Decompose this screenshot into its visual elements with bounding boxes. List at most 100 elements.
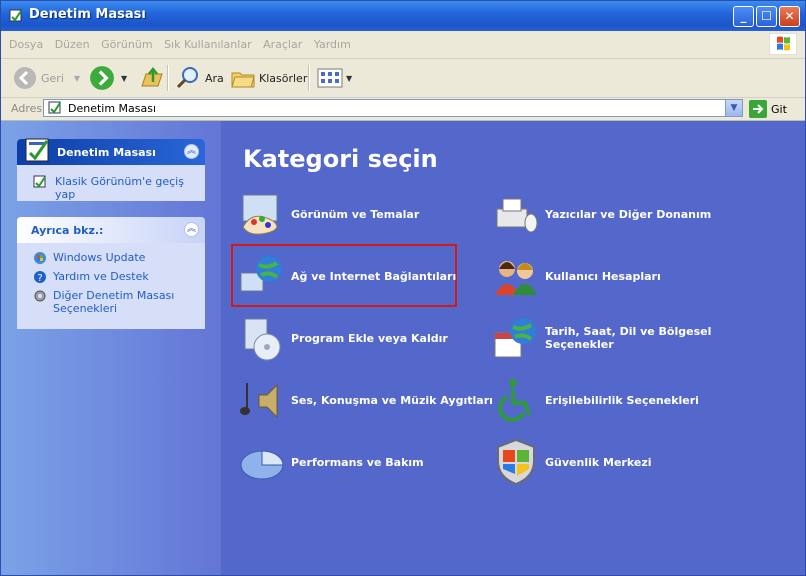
sound-icon (240, 383, 278, 419)
toolbar: Geri ▼ ▼ Ara Klasörler ▼ (1, 59, 805, 98)
address-bar: Adres Denetim Masası ▼ Git (1, 98, 805, 121)
category-view: Kategori seçin Görünüm ve Temalar Ağ ve … (221, 121, 805, 575)
address-input[interactable]: Denetim Masası ▼ (43, 99, 743, 117)
back-label: Geri (41, 71, 64, 85)
svg-text:?: ? (37, 273, 42, 284)
maximize-icon: ☐ (761, 9, 772, 23)
address-value: Denetim Masası (68, 102, 157, 115)
printer-icon (496, 198, 538, 233)
forward-button[interactable]: ▼ (89, 65, 127, 91)
classic-view-icon (33, 175, 46, 188)
control-panel-window: Denetim Masası _ ☐ ✕ Dosya Düzen Görünüm… (0, 0, 806, 576)
menu-duzen[interactable]: Düzen (55, 38, 90, 51)
collapse-chevron-icon[interactable]: ︽ (184, 144, 199, 159)
forward-dropdown-icon[interactable]: ▼ (121, 74, 127, 83)
windows-update-link[interactable]: Windows Update (17, 251, 205, 264)
folders-button[interactable]: Klasörler (231, 65, 307, 91)
appearance-icon (242, 194, 278, 235)
add-remove-icon (244, 318, 281, 361)
views-dropdown-icon[interactable]: ▼ (346, 74, 352, 83)
help-icon: ? (34, 271, 46, 284)
calendar-globe-icon (494, 318, 536, 358)
category-network[interactable]: Ağ ve Internet Bağlantıları (237, 251, 456, 301)
control-panel-panel-header[interactable]: Denetim Masası ︽ (17, 138, 205, 165)
menu-bar: Dosya Düzen Görünüm Sık Kullanılanlar Ar… (1, 31, 805, 59)
go-label: Git (771, 102, 787, 116)
category-date-time-label: Tarih, Saat, Dil ve Bölgesel Seçenekler (545, 325, 712, 351)
views-button[interactable]: ▼ (317, 65, 352, 91)
switch-classic-view-link[interactable]: Klasik Görünüm'e geçiş yap (17, 175, 205, 201)
control-panel-large-icon (25, 138, 49, 162)
category-sound[interactable]: Ses, Konuşma ve Müzik Aygıtları (237, 375, 493, 425)
menu-araclar[interactable]: Araçlar (263, 38, 302, 51)
category-security-center-label: Güvenlik Merkezi (545, 455, 652, 469)
gear-icon (34, 290, 46, 302)
maximize-button[interactable]: ☐ (756, 6, 777, 27)
windows-logo-icon (769, 33, 797, 55)
task-pane: Denetim Masası ︽ Klasik Görünüm'e geçiş … (1, 121, 221, 575)
menu-dosya[interactable]: Dosya (9, 38, 43, 51)
windows-update-icon (34, 252, 46, 264)
category-performance-label: Performans ve Bakım (291, 455, 424, 469)
performance-icon (240, 450, 284, 480)
control-panel-small-icon (48, 101, 61, 114)
search-button[interactable]: Ara (175, 65, 224, 91)
address-dropdown-icon[interactable]: ▼ (725, 100, 742, 116)
security-shield-icon (497, 438, 535, 486)
menu-yardim[interactable]: Yardım (314, 38, 351, 51)
collapse-chevron-icon[interactable]: ︽ (184, 222, 199, 237)
close-icon: ✕ (784, 9, 795, 23)
menu-gorunum[interactable]: Görünüm (101, 38, 152, 51)
search-icon (176, 67, 198, 89)
category-appearance[interactable]: Görünüm ve Temalar (237, 189, 419, 239)
category-appearance-label: Görünüm ve Temalar (291, 207, 420, 221)
category-add-remove-label: Program Ekle veya Kaldır (291, 331, 448, 345)
control-panel-icon (9, 9, 22, 22)
users-icon (495, 261, 537, 295)
see-also-panel-header[interactable]: Ayrıca bkz.: ︽ (17, 217, 205, 243)
menu-sik-kullanilanlar[interactable]: Sık Kullanılanlar (164, 38, 252, 51)
up-folder-button[interactable] (140, 65, 164, 91)
page-title: Kategori seçin (243, 145, 438, 173)
close-button[interactable]: ✕ (779, 6, 800, 27)
category-printers[interactable]: Yazıcılar ve Diğer Donanım (491, 189, 711, 239)
category-date-time-language[interactable]: Tarih, Saat, Dil ve Bölgesel Seçenekler (491, 313, 715, 363)
other-options-link[interactable]: Diğer Denetim Masası Seçenekleri (17, 289, 205, 315)
category-security-center[interactable]: Güvenlik Merkezi (491, 437, 652, 487)
windows-update-label: Windows Update (53, 251, 146, 264)
control-panel-panel: Denetim Masası ︽ Klasik Görünüm'e geçiş … (17, 138, 205, 201)
category-accessibility-label: Erişilebilirlik Seçenekleri (545, 393, 699, 407)
category-performance[interactable]: Performans ve Bakım (237, 437, 424, 487)
search-label: Ara (205, 71, 224, 85)
category-accessibility[interactable]: Erişilebilirlik Seçenekleri (491, 375, 699, 425)
category-user-accounts-label: Kullanıcı Hesapları (545, 269, 661, 283)
back-dropdown-icon[interactable]: ▼ (74, 74, 80, 83)
title-bar[interactable]: Denetim Masası _ ☐ ✕ (1, 1, 805, 31)
category-printers-label: Yazıcılar ve Diğer Donanım (545, 207, 712, 221)
minimize-button[interactable]: _ (733, 6, 754, 27)
back-button[interactable]: Geri ▼ (13, 65, 80, 91)
category-network-label: Ağ ve Internet Bağlantıları (291, 269, 457, 283)
views-icon (317, 68, 343, 88)
see-also-panel-title: Ayrıca bkz.: (31, 224, 104, 237)
control-panel-panel-title: Denetim Masası (57, 146, 156, 159)
forward-arrow-icon (90, 66, 114, 90)
back-arrow-icon (14, 67, 36, 89)
category-add-remove-programs[interactable]: Program Ekle veya Kaldır (237, 313, 448, 363)
window-title: Denetim Masası (29, 7, 146, 22)
network-icon (240, 256, 282, 292)
help-support-label: Yardım ve Destek (53, 270, 149, 283)
accessibility-icon (498, 379, 531, 422)
help-support-link[interactable]: ? Yardım ve Destek (17, 270, 205, 284)
folders-label: Klasörler (259, 71, 308, 85)
address-label: Adres (11, 102, 43, 115)
up-folder-icon (141, 66, 163, 87)
go-button[interactable]: Git (749, 100, 787, 118)
minimize-icon: _ (740, 9, 747, 23)
category-sound-label: Ses, Konuşma ve Müzik Aygıtları (291, 393, 493, 407)
category-user-accounts[interactable]: Kullanıcı Hesapları (491, 251, 661, 301)
see-also-panel: Ayrıca bkz.: ︽ Windows Update ? Yardım v… (17, 217, 205, 329)
other-options-label: Diğer Denetim Masası Seçenekleri (53, 289, 175, 315)
folders-icon (231, 72, 255, 88)
go-arrow-icon (749, 100, 767, 118)
